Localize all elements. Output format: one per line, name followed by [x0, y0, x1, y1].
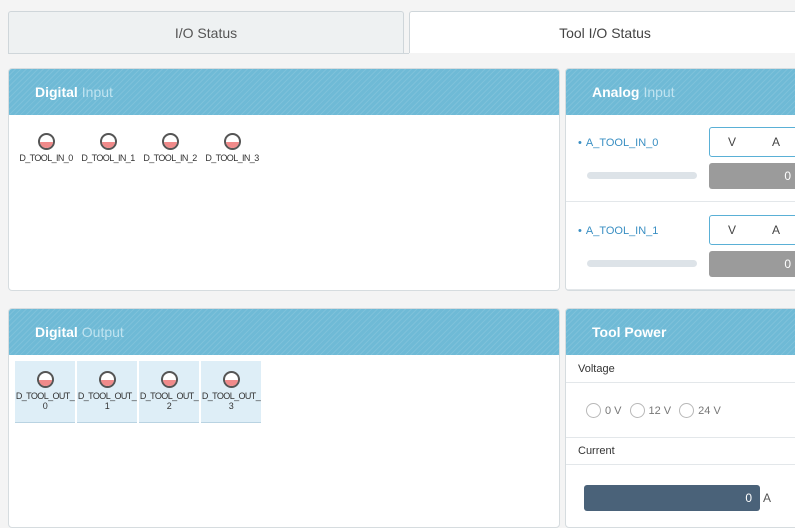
tab-divider — [8, 53, 409, 54]
current-label-text: Current — [578, 445, 615, 457]
unit-v-option[interactable]: V — [710, 223, 754, 237]
digital-input-label: D_TOOL_IN_1 — [81, 153, 135, 163]
analog-value: 0 — [709, 251, 795, 277]
unit-v-option[interactable]: V — [710, 135, 754, 149]
led-off-icon — [161, 133, 179, 150]
digital-input-title-sub: Input — [81, 84, 113, 100]
tool-power-header: Tool Power — [566, 309, 795, 355]
digital-output-item[interactable]: D_TOOL_OUT_3 — [201, 361, 261, 423]
digital-output-header: Digital Output — [9, 309, 559, 355]
current-unit: A — [763, 491, 772, 505]
voltage-options: 0 V 12 V 24 V — [586, 403, 729, 418]
tool-power-title: Tool Power — [592, 324, 667, 340]
led-off-icon — [37, 133, 55, 150]
voltage-option-label: 12 V — [648, 404, 672, 417]
led-off-icon — [223, 133, 241, 150]
unit-a-option[interactable]: A — [754, 135, 795, 149]
digital-output-title-sub: Output — [81, 324, 124, 340]
radio-icon — [679, 403, 695, 418]
tab-io-status-label: I/O Status — [174, 24, 238, 41]
digital-input-item: D_TOOL_IN_2 — [139, 133, 201, 163]
unit-a-option[interactable]: A — [754, 223, 795, 237]
digital-input-header: Digital Input — [9, 69, 559, 115]
analog-level-bar — [587, 172, 697, 179]
analog-input-title: Analog — [592, 84, 640, 100]
voltage-radio-24v[interactable]: 24 V — [679, 403, 721, 418]
voltage-label: Voltage — [566, 355, 795, 383]
digital-output-item[interactable]: D_TOOL_OUT_0 — [15, 361, 75, 423]
digital-input-label: D_TOOL_IN_2 — [143, 153, 197, 163]
digital-input-item: D_TOOL_IN_1 — [77, 133, 139, 163]
analog-level-bar — [587, 260, 697, 267]
digital-input-list: D_TOOL_IN_0 D_TOOL_IN_1 D_TOOL_IN_2 D_TO… — [15, 133, 263, 163]
analog-channel-name: A_TOOL_IN_0 — [578, 137, 659, 149]
analog-channel-name: A_TOOL_IN_1 — [578, 225, 659, 237]
analog-input-panel: Analog Input A_TOOL_IN_0 V A 0 A_TOOL_IN… — [565, 68, 795, 291]
digital-input-panel: Digital Input D_TOOL_IN_0 D_TOOL_IN_1 D_… — [8, 68, 560, 291]
analog-channel-0: A_TOOL_IN_0 V A 0 — [566, 115, 795, 202]
tab-tool-io-status[interactable]: Tool I/O Status — [409, 11, 795, 53]
radio-icon — [586, 403, 601, 418]
led-off-icon — [160, 371, 178, 388]
led-off-icon — [36, 371, 54, 388]
digital-output-item[interactable]: D_TOOL_OUT_2 — [139, 361, 199, 423]
unit-toggle[interactable]: V A — [709, 127, 795, 157]
led-off-icon — [99, 133, 117, 150]
led-off-icon — [222, 371, 240, 388]
digital-input-label: D_TOOL_IN_3 — [205, 153, 259, 163]
voltage-label-text: Voltage — [578, 362, 615, 375]
voltage-radio-12v[interactable]: 12 V — [629, 403, 672, 418]
radio-icon — [629, 403, 645, 418]
voltage-option-label: 0 V — [605, 404, 622, 417]
digital-output-title: Digital — [35, 324, 78, 340]
analog-value: 0 — [709, 163, 795, 189]
digital-output-label: D_TOOL_OUT_3 — [201, 391, 261, 411]
digital-output-list: D_TOOL_OUT_0 D_TOOL_OUT_1 D_TOOL_OUT_2 D… — [15, 361, 263, 423]
digital-input-title: Digital — [35, 84, 78, 100]
digital-output-label: D_TOOL_OUT_2 — [139, 391, 199, 411]
tab-tool-io-status-label: Tool I/O Status — [559, 24, 651, 41]
analog-input-title-sub: Input — [643, 84, 675, 100]
digital-input-item: D_TOOL_IN_0 — [15, 133, 77, 163]
voltage-radio-0v[interactable]: 0 V — [586, 403, 622, 418]
digital-output-panel: Digital Output D_TOOL_OUT_0 D_TOOL_OUT_1… — [8, 308, 560, 528]
digital-input-item: D_TOOL_IN_3 — [201, 133, 263, 163]
led-off-icon — [98, 371, 116, 388]
current-value: 0 — [584, 485, 760, 511]
analog-input-header: Analog Input — [566, 69, 795, 115]
digital-output-item[interactable]: D_TOOL_OUT_1 — [77, 361, 137, 423]
digital-output-label: D_TOOL_OUT_1 — [77, 391, 137, 411]
tab-io-status[interactable]: I/O Status — [8, 11, 404, 53]
tool-power-panel: Tool Power Voltage 0 V 12 V 24 V Current… — [565, 308, 795, 528]
analog-channel-1: A_TOOL_IN_1 V A 0 — [566, 203, 795, 290]
digital-output-label: D_TOOL_OUT_0 — [15, 391, 75, 411]
digital-input-label: D_TOOL_IN_0 — [19, 153, 73, 163]
unit-toggle[interactable]: V A — [709, 215, 795, 245]
voltage-option-label: 24 V — [698, 404, 721, 417]
current-label: Current — [566, 437, 795, 465]
